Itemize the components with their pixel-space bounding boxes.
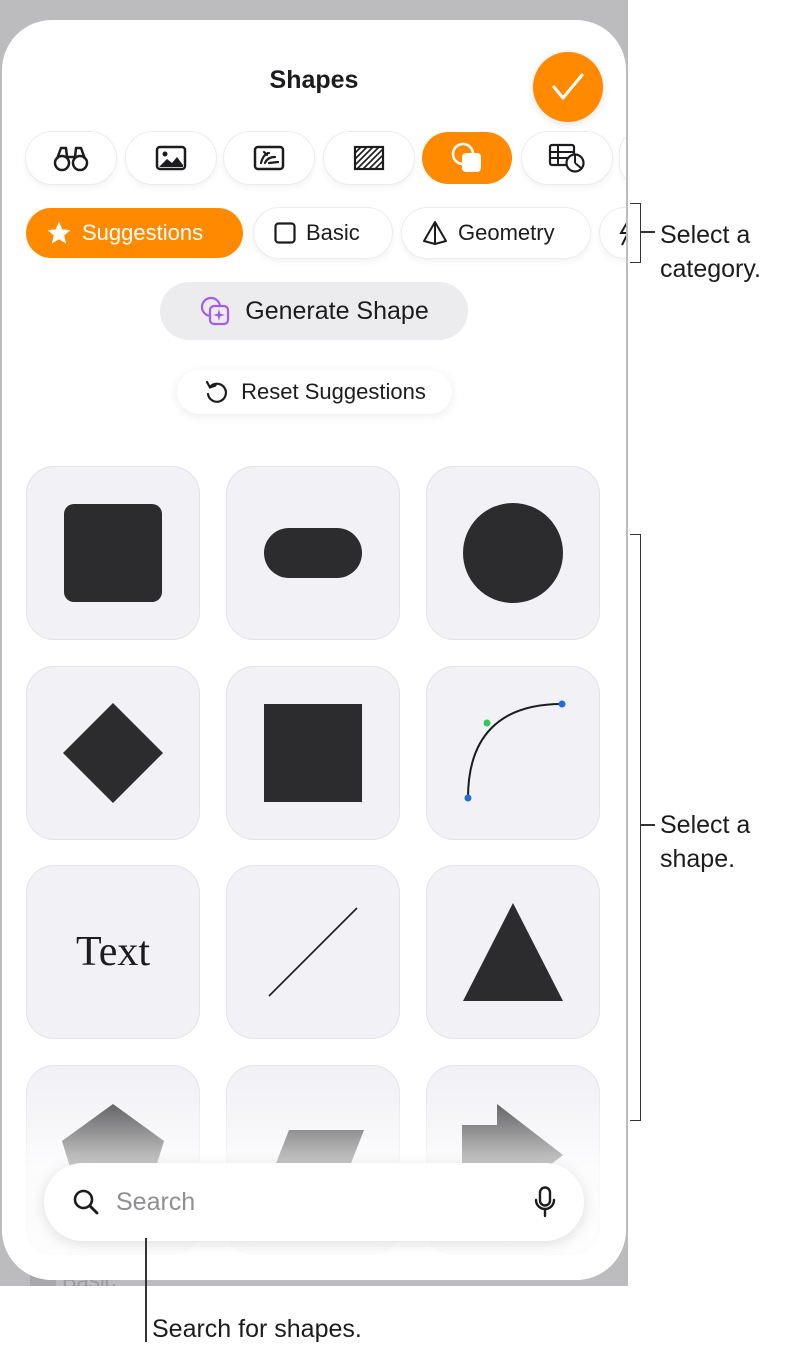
callout-search-shapes: Search for shapes. (152, 1315, 362, 1343)
category-leader-line (641, 231, 655, 233)
shape-pill[interactable] (226, 466, 400, 640)
shape-diamond[interactable] (26, 666, 200, 840)
category-geometry[interactable]: Geometry (402, 208, 590, 258)
device-screen: Basic Shapes (0, 0, 628, 1286)
shape-square[interactable] (226, 666, 400, 840)
line-shape (268, 907, 358, 997)
done-button[interactable] (533, 52, 603, 122)
callout-select-category: Select a category. (660, 221, 761, 283)
search-input[interactable] (114, 1186, 520, 1218)
photo-icon (155, 145, 187, 171)
category-bracket (630, 203, 641, 263)
category-label: Basic (306, 220, 360, 245)
shape-text[interactable]: Text (26, 865, 200, 1039)
shapes-sheet: Shapes Suggestions Basic Geometry Genera… (2, 20, 626, 1280)
text-shape-label: Text (75, 929, 151, 975)
search-field[interactable] (44, 1163, 584, 1241)
square-shape (264, 704, 362, 802)
hatch-pattern-icon (353, 145, 385, 171)
shape-curve[interactable] (426, 666, 600, 840)
tab-image-gallery[interactable] (224, 132, 314, 184)
shape-bracket (630, 534, 641, 1121)
partial-category-icon (619, 222, 626, 246)
tab-hatch-pattern[interactable] (324, 132, 414, 184)
shape-rounded-rectangle[interactable] (26, 466, 200, 640)
curve-shape (464, 700, 566, 802)
diamond-shape (63, 703, 163, 803)
shape-circle[interactable] (426, 466, 600, 640)
generate-shape-label: Generate Shape (245, 296, 429, 325)
shape-leader-line (641, 824, 655, 826)
category-basic[interactable]: Basic (254, 208, 392, 258)
reset-suggestions-label: Reset Suggestions (241, 379, 426, 404)
search-leader-line (145, 1238, 147, 1342)
generate-shape-button[interactable]: Generate Shape (160, 282, 468, 340)
square-outline-icon (274, 222, 296, 244)
shapes-icon (451, 142, 481, 172)
category-next-partial[interactable] (600, 208, 626, 258)
generate-shape-icon (201, 296, 230, 326)
tab-photo[interactable] (126, 132, 216, 184)
category-suggestions[interactable]: Suggestions (26, 208, 243, 258)
pill-shape (264, 528, 362, 578)
tab-more-partial[interactable] (620, 132, 626, 184)
tab-shapes[interactable] (422, 132, 512, 184)
pyramid-icon (423, 221, 447, 245)
image-gallery-icon (253, 145, 285, 171)
callout-select-shape: Select a shape. (660, 811, 751, 873)
category-label: Suggestions (82, 220, 204, 245)
shape-triangle[interactable] (426, 865, 600, 1039)
reset-arrow-icon (206, 380, 228, 403)
rounded-rectangle-shape (64, 504, 162, 602)
star-icon (47, 221, 71, 244)
checkmark-icon (552, 73, 584, 100)
circle-shape (463, 503, 563, 603)
reset-suggestions-button[interactable]: Reset Suggestions (177, 370, 452, 414)
search-icon (73, 1189, 99, 1215)
table-chart-icon (548, 143, 585, 173)
category-label: Geometry (458, 220, 555, 245)
triangle-shape (463, 903, 563, 1001)
tab-table-chart[interactable] (522, 132, 612, 184)
binoculars-icon (53, 146, 89, 172)
microphone-icon[interactable] (534, 1186, 556, 1218)
shape-line[interactable] (226, 865, 400, 1039)
tab-binoculars[interactable] (26, 132, 116, 184)
